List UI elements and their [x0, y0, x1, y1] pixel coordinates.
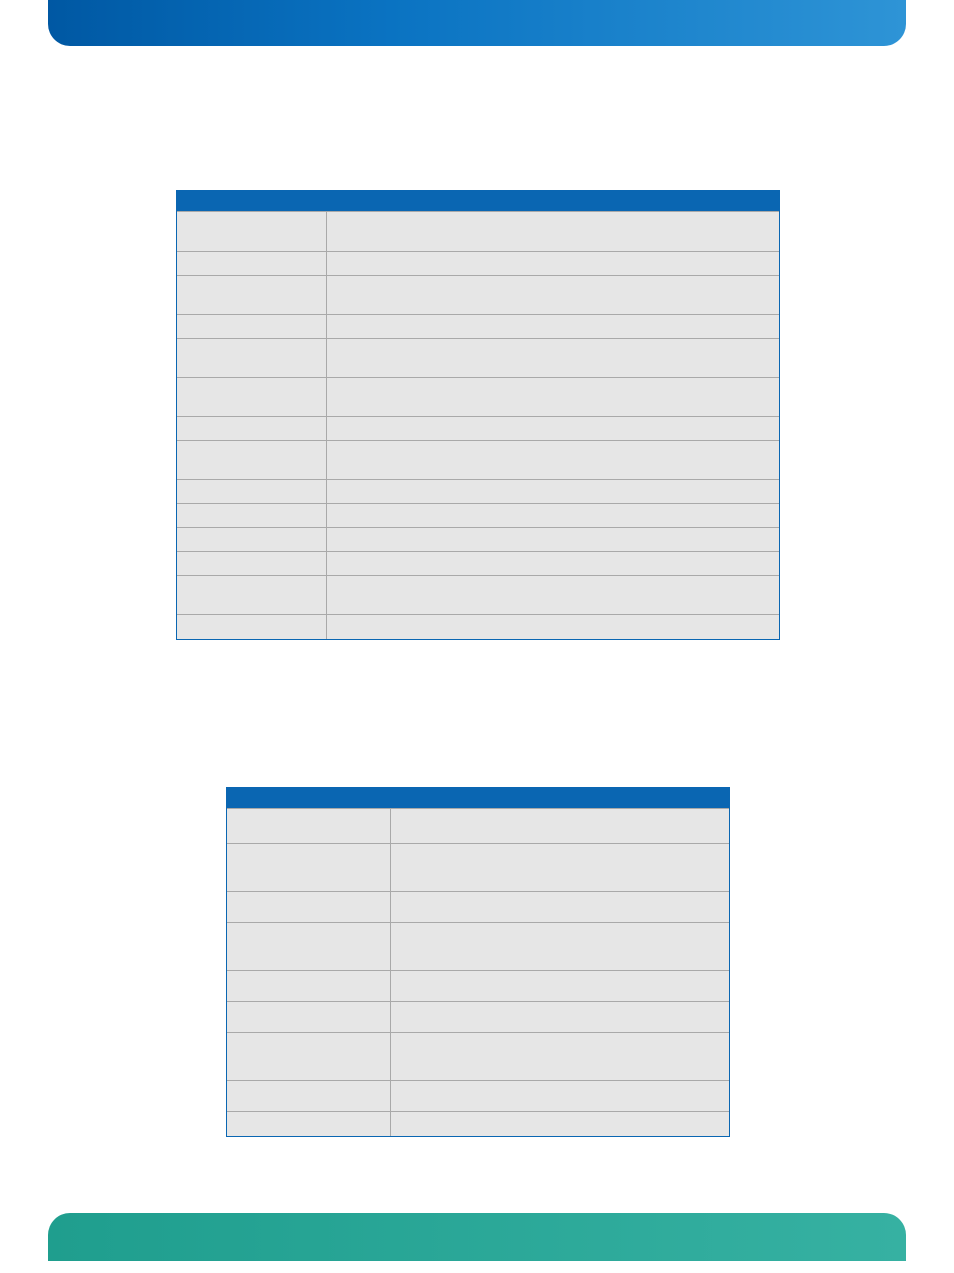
cell: [391, 1081, 729, 1111]
table-row: [177, 314, 779, 338]
cell: [327, 504, 779, 527]
cell: [177, 276, 327, 314]
table-row: [227, 808, 729, 843]
cell: [327, 417, 779, 440]
cell: [391, 809, 729, 843]
table-row: [177, 377, 779, 416]
cell: [177, 212, 327, 251]
table-row: [177, 211, 779, 251]
cell: [227, 1033, 391, 1080]
table-row: [177, 416, 779, 440]
cell: [391, 1033, 729, 1080]
cell: [177, 441, 327, 479]
page-header-bar: [48, 0, 906, 46]
cell: [177, 339, 327, 377]
cell: [327, 315, 779, 338]
cell: [327, 252, 779, 275]
table-row: [227, 1111, 729, 1136]
cell: [391, 1002, 729, 1032]
cell: [177, 552, 327, 575]
table-2-header: [227, 788, 729, 808]
table-row: [177, 551, 779, 575]
cell: [177, 252, 327, 275]
cell: [327, 441, 779, 479]
table-row: [227, 970, 729, 1001]
table-row: [177, 479, 779, 503]
cell: [177, 615, 327, 639]
cell: [177, 528, 327, 551]
cell: [177, 378, 327, 416]
cell: [327, 552, 779, 575]
cell: [177, 504, 327, 527]
table-row: [177, 527, 779, 551]
cell: [227, 971, 391, 1001]
table-row: [177, 338, 779, 377]
table-row: [177, 251, 779, 275]
cell: [177, 315, 327, 338]
table-row: [227, 1001, 729, 1032]
cell: [227, 1081, 391, 1111]
cell: [327, 339, 779, 377]
cell: [327, 615, 779, 639]
table-row: [177, 575, 779, 614]
table-row: [177, 614, 779, 639]
cell: [327, 212, 779, 251]
cell: [391, 844, 729, 891]
page-footer-bar: [48, 1213, 906, 1261]
cell: [391, 1112, 729, 1136]
cell: [227, 892, 391, 922]
cell: [227, 844, 391, 891]
cell: [177, 480, 327, 503]
cell: [227, 1112, 391, 1136]
table-row: [177, 503, 779, 527]
table-row: [227, 891, 729, 922]
table-2: [226, 787, 730, 1137]
table-row: [227, 922, 729, 970]
cell: [227, 923, 391, 970]
cell: [327, 276, 779, 314]
cell: [327, 378, 779, 416]
table-1: [176, 190, 780, 640]
cell: [327, 528, 779, 551]
cell: [177, 417, 327, 440]
cell: [327, 576, 779, 614]
table-row: [227, 1080, 729, 1111]
cell: [391, 892, 729, 922]
cell: [391, 971, 729, 1001]
cell: [327, 480, 779, 503]
table-1-header: [177, 191, 779, 211]
table-row: [177, 275, 779, 314]
cell: [391, 923, 729, 970]
cell: [177, 576, 327, 614]
cell: [227, 1002, 391, 1032]
cell: [227, 809, 391, 843]
table-row: [227, 1032, 729, 1080]
table-row: [227, 843, 729, 891]
table-row: [177, 440, 779, 479]
